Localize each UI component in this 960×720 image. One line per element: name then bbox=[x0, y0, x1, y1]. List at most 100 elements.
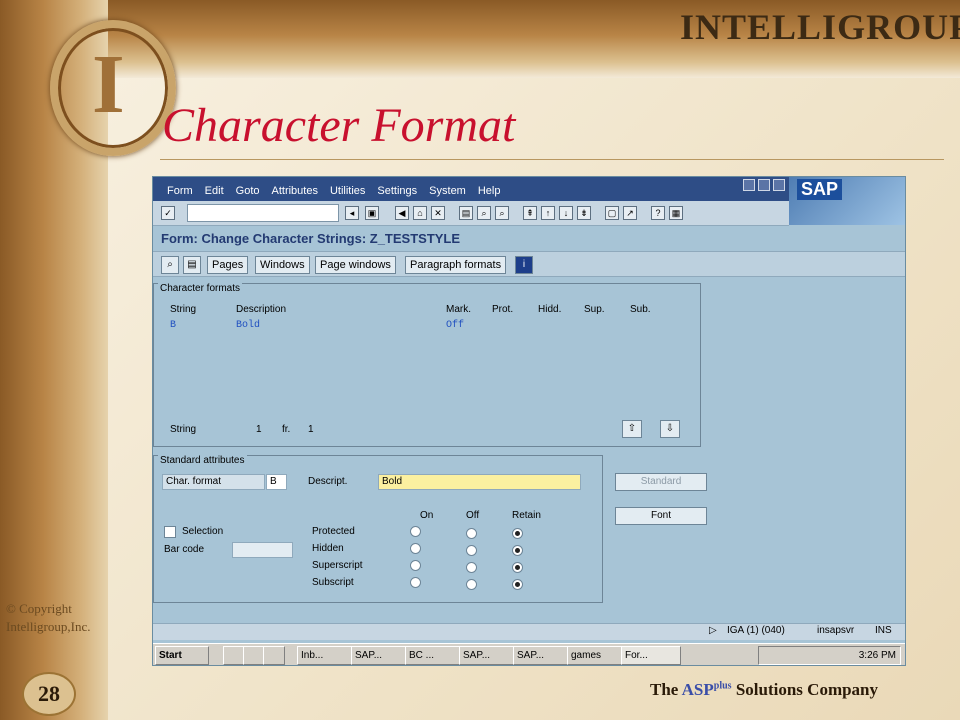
row-description[interactable]: Bold bbox=[236, 320, 260, 331]
windows-taskbar: Start Inb... SAP... BC ... SAP... SAP...… bbox=[153, 643, 905, 665]
page-up-icon[interactable]: ⇧ bbox=[622, 420, 642, 438]
taskbar-item-sap-3[interactable]: SAP... bbox=[513, 646, 569, 665]
quicklaunch-outlook-icon[interactable] bbox=[263, 646, 285, 665]
prev-page-icon[interactable]: ↑ bbox=[541, 206, 555, 220]
cancel-icon[interactable]: ✕ bbox=[431, 206, 445, 220]
col-on-label: On bbox=[420, 510, 434, 521]
menu-attributes[interactable]: Attributes bbox=[266, 177, 324, 201]
restore-icon[interactable] bbox=[758, 179, 770, 191]
footer-string-label: String bbox=[170, 424, 197, 435]
back-arrow-icon[interactable]: ◂ bbox=[345, 206, 359, 220]
quicklaunch-desktop-icon[interactable] bbox=[223, 646, 245, 665]
sap-window: Form Edit Goto Attributes Utilities Sett… bbox=[152, 176, 906, 666]
paragraph-formats-button[interactable]: Paragraph formats bbox=[405, 256, 507, 274]
tagline-suffix: Solutions Company bbox=[731, 680, 879, 699]
menu-settings[interactable]: Settings bbox=[371, 177, 423, 201]
quicklaunch-ie-icon[interactable] bbox=[243, 646, 265, 665]
protected-on-radio[interactable] bbox=[410, 526, 421, 537]
save-icon[interactable]: ▣ bbox=[365, 206, 379, 220]
layout-menu-icon[interactable]: ▦ bbox=[669, 206, 683, 220]
status-mode: INS bbox=[875, 625, 892, 636]
close-icon[interactable] bbox=[773, 179, 785, 191]
col-header-hidd: Hidd. bbox=[538, 304, 562, 315]
standard-attributes-frame: Standard attributes Char. format B Descr… bbox=[153, 455, 603, 603]
menu-goto[interactable]: Goto bbox=[230, 177, 266, 201]
enter-icon[interactable]: ✓ bbox=[161, 206, 175, 220]
row-mark[interactable]: Off bbox=[446, 320, 464, 331]
pages-button[interactable]: Pages bbox=[207, 256, 249, 274]
protected-off-radio[interactable] bbox=[466, 528, 477, 539]
menu-system[interactable]: System bbox=[423, 177, 472, 201]
slide-title: Character Format bbox=[162, 99, 516, 152]
superscript-on-radio[interactable] bbox=[410, 560, 421, 571]
menu-form[interactable]: Form bbox=[161, 177, 199, 201]
taskbar-item-sap-2[interactable]: SAP... bbox=[459, 646, 515, 665]
print-icon[interactable]: ▤ bbox=[459, 206, 473, 220]
col-header-mark: Mark. bbox=[446, 304, 471, 315]
taskbar-item-bc[interactable]: BC ... bbox=[405, 646, 461, 665]
help-icon[interactable]: ? bbox=[651, 206, 665, 220]
sap-logo-text: SAP bbox=[797, 179, 843, 200]
status-arrow-icon[interactable]: ▷ bbox=[709, 625, 717, 636]
menu-edit[interactable]: Edit bbox=[199, 177, 230, 201]
font-button[interactable]: Font bbox=[615, 507, 707, 525]
info-icon[interactable]: i bbox=[515, 256, 533, 274]
row-string[interactable]: B bbox=[170, 320, 176, 331]
command-field[interactable] bbox=[187, 204, 339, 222]
superscript-retain-radio[interactable] bbox=[512, 562, 523, 573]
descript-field[interactable]: Bold bbox=[378, 474, 581, 490]
first-page-icon[interactable]: ⇞ bbox=[523, 206, 537, 220]
taskbar-item-form[interactable]: For... bbox=[621, 646, 681, 665]
next-page-icon[interactable]: ↓ bbox=[559, 206, 573, 220]
standard-toolbar: ✓ ◂ ▣ ◀ ⌂ ✕ ▤ ⌕ ⌕ ⇞ ↑ ↓ ⇟ ▢ ↗ ? ▦ bbox=[153, 201, 789, 226]
menu-utilities[interactable]: Utilities bbox=[324, 177, 371, 201]
status-server: insapsvr bbox=[817, 625, 855, 636]
display-change-icon[interactable]: ⌕ bbox=[161, 256, 179, 274]
exit-icon[interactable]: ⌂ bbox=[413, 206, 427, 220]
protected-retain-radio[interactable] bbox=[512, 528, 523, 539]
standard-button[interactable]: Standard bbox=[615, 473, 707, 491]
subscript-off-radio[interactable] bbox=[466, 579, 477, 590]
subscript-on-radio[interactable] bbox=[410, 577, 421, 588]
subscript-retain-radio[interactable] bbox=[512, 579, 523, 590]
windows-button[interactable]: Windows bbox=[255, 256, 310, 274]
descript-label: Descript. bbox=[308, 476, 348, 487]
col-header-prot: Prot. bbox=[492, 304, 514, 315]
minimize-icon[interactable] bbox=[743, 179, 755, 191]
taskbar-item-games[interactable]: games bbox=[567, 646, 623, 665]
find-icon[interactable]: ⌕ bbox=[477, 206, 491, 220]
print-form-icon[interactable]: ▤ bbox=[183, 256, 201, 274]
start-button[interactable]: Start bbox=[155, 646, 209, 665]
protected-label: Protected bbox=[312, 526, 355, 537]
tagline-prefix: The bbox=[650, 680, 682, 699]
last-page-icon[interactable]: ⇟ bbox=[577, 206, 591, 220]
subscript-label: Subscript bbox=[312, 577, 354, 588]
status-bar: ▷ IGA (1) (040) insapsvr INS bbox=[153, 623, 905, 640]
barcode-field[interactable] bbox=[232, 542, 293, 558]
shortcut-icon[interactable]: ↗ bbox=[623, 206, 637, 220]
back-icon[interactable]: ◀ bbox=[395, 206, 409, 220]
find-next-icon[interactable]: ⌕ bbox=[495, 206, 509, 220]
tagline: The ASPplus Solutions Company bbox=[650, 680, 878, 700]
taskbar-item-sap-1[interactable]: SAP... bbox=[351, 646, 407, 665]
hidden-retain-radio[interactable] bbox=[512, 545, 523, 556]
char-format-label: Char. format bbox=[162, 474, 265, 490]
hidden-on-radio[interactable] bbox=[410, 543, 421, 554]
col-retain-label: Retain bbox=[512, 510, 541, 521]
standard-attributes-title: Standard attributes bbox=[158, 455, 247, 466]
new-session-icon[interactable]: ▢ bbox=[605, 206, 619, 220]
superscript-off-radio[interactable] bbox=[466, 562, 477, 573]
hidden-off-radio[interactable] bbox=[466, 545, 477, 556]
page-down-icon[interactable]: ⇩ bbox=[660, 420, 680, 438]
selection-checkbox[interactable] bbox=[164, 526, 176, 538]
taskbar-item-inbox[interactable]: Inb... bbox=[297, 646, 353, 665]
character-formats-frame: Character formats String Description Mar… bbox=[153, 283, 701, 447]
title-divider bbox=[160, 159, 944, 160]
menu-help[interactable]: Help bbox=[472, 177, 507, 201]
footer-fr-label: fr. bbox=[282, 424, 291, 435]
selection-label: Selection bbox=[182, 526, 224, 537]
char-format-field[interactable]: B bbox=[266, 474, 287, 490]
tagline-asp: ASP bbox=[681, 680, 714, 699]
col-header-description: Description bbox=[236, 304, 287, 315]
page-windows-button[interactable]: Page windows bbox=[315, 256, 396, 274]
